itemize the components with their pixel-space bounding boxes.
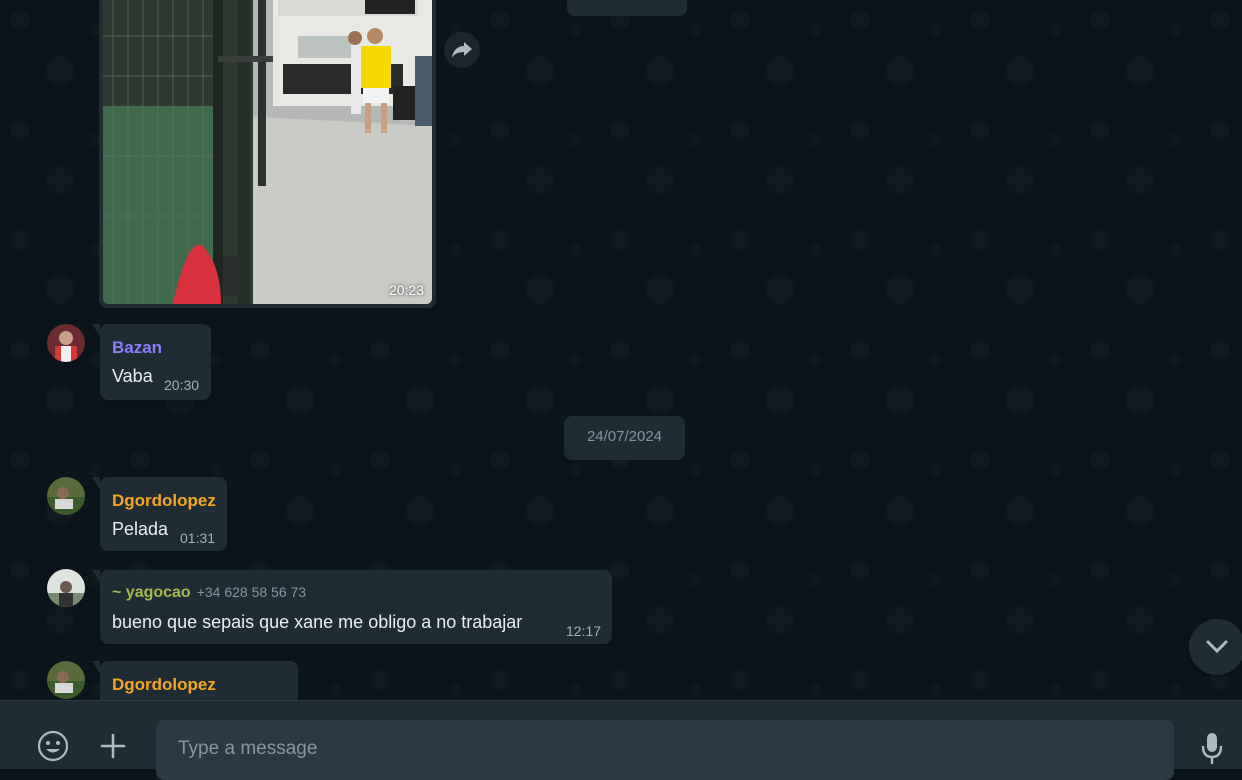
chat-area[interactable]: 20:23 Bazan Vaba 20:30 24/07/2024 Dgordo… [0, 0, 1242, 700]
image-message[interactable]: 20:23 [99, 0, 436, 308]
sender-name[interactable]: Dgordolopez [112, 491, 216, 511]
chevron-down-icon [1206, 640, 1228, 654]
emoji-icon [37, 730, 69, 762]
avatar-image [47, 477, 85, 515]
avatar-bazan[interactable] [47, 324, 85, 362]
avatar-dgordolopez[interactable] [47, 477, 85, 515]
avatar-image [47, 324, 85, 362]
voice-message-button[interactable] [1196, 729, 1228, 767]
message-composer [0, 700, 1242, 780]
avatar-dgordolopez-2[interactable] [47, 661, 85, 699]
message-text: Vaba [112, 366, 153, 386]
message-time: 01:31 [180, 530, 216, 546]
emoji-button[interactable] [34, 727, 72, 765]
message-bubble-bazan[interactable]: Bazan Vaba 20:30 [92, 324, 211, 400]
message-text: bueno que sepais que xane me obligo a no… [112, 612, 523, 632]
forward-button[interactable] [444, 32, 480, 68]
avatar-yagocao[interactable] [47, 569, 85, 607]
message-input[interactable] [178, 732, 1138, 766]
date-separator: 24/07/2024 [564, 416, 685, 460]
sender-phone: +34 628 58 56 73 [196, 584, 307, 600]
forward-icon [452, 42, 472, 58]
avatar-image [47, 569, 85, 607]
message-time: 20:30 [164, 377, 200, 393]
sender-display-name[interactable]: ~ yagocao [112, 584, 191, 601]
attach-button[interactable] [96, 729, 130, 763]
image-timestamp: 20:23 [388, 282, 424, 298]
plus-icon [100, 733, 126, 759]
message-bubble-dgordolopez[interactable]: Dgordolopez Pelada 01:31 [92, 477, 227, 551]
sender-name[interactable]: Dgordolopez [112, 675, 216, 695]
padel-court-photo [103, 0, 432, 304]
avatar-image [47, 661, 85, 699]
sender-name[interactable]: ~ yagocao +34 628 58 56 73 [112, 584, 306, 602]
message-bubble-yagocao[interactable]: ~ yagocao +34 628 58 56 73 bueno que sepa… [92, 570, 612, 644]
date-pill-top [567, 0, 687, 16]
message-time: 12:17 [566, 623, 602, 639]
scroll-to-bottom-button[interactable] [1189, 619, 1242, 675]
message-bubble-dgordolopez-2[interactable]: Dgordolopez [92, 661, 298, 700]
message-photo[interactable]: 20:23 [103, 0, 432, 304]
microphone-icon [1201, 733, 1223, 764]
message-input-box[interactable] [156, 720, 1174, 780]
message-text: Pelada [112, 519, 169, 539]
sender-name[interactable]: Bazan [112, 338, 162, 358]
